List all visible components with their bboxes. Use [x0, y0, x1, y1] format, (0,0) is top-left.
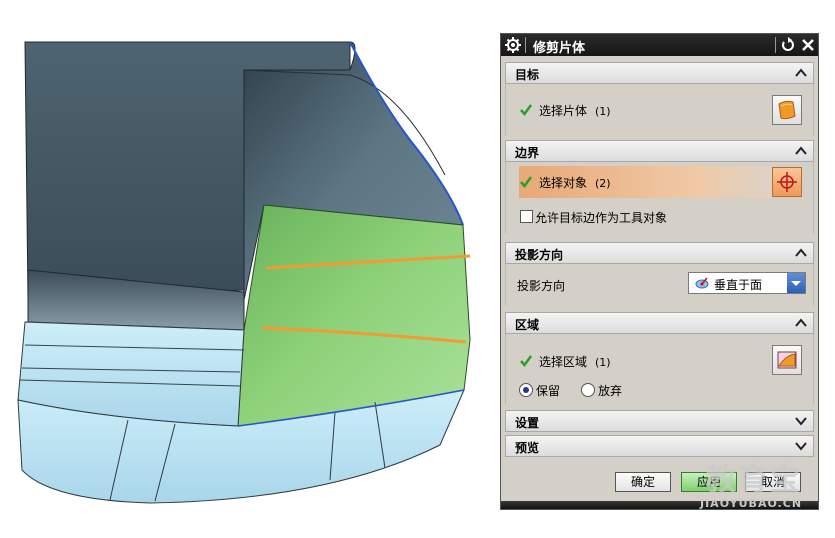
section-label: 区域	[515, 318, 540, 332]
section-label: 设置	[515, 416, 540, 430]
chevron-down-icon[interactable]	[793, 413, 809, 429]
selection-count: (2)	[595, 177, 611, 190]
section-header-projection[interactable]: 投影方向	[505, 242, 814, 264]
discard-radio[interactable]	[581, 383, 595, 397]
selection-count: (1)	[595, 105, 611, 118]
section-body-boundary: 选择对象 (2) 允许目标边作为工具对象	[505, 162, 814, 234]
check-icon	[520, 176, 533, 189]
dropdown-arrow[interactable]	[787, 273, 805, 293]
section-body-projection: 投影方向 垂直于面	[505, 264, 814, 306]
section-label: 边界	[515, 146, 540, 160]
section-body-region: 选择区域 (1) 保留 放弃	[505, 334, 814, 404]
section-header-region[interactable]: 区域	[505, 312, 814, 334]
keep-label[interactable]: 保留	[536, 382, 560, 399]
graphics-viewport[interactable]	[0, 0, 500, 535]
chevron-up-icon[interactable]	[793, 65, 809, 81]
chevron-up-icon[interactable]	[793, 143, 809, 159]
ok-button[interactable]: 确定	[615, 472, 671, 492]
region-icon	[777, 351, 797, 369]
check-icon	[520, 355, 533, 368]
allow-target-edge-label[interactable]: 允许目标边作为工具对象	[535, 209, 667, 226]
select-region-label[interactable]: 选择区域 (1)	[539, 353, 611, 370]
titlebar-separator	[775, 37, 776, 53]
crosshair-icon	[777, 172, 797, 192]
chevron-up-icon[interactable]	[793, 245, 809, 261]
projection-direction-label: 投影方向	[517, 279, 566, 293]
section-header-settings[interactable]: 设置	[505, 410, 814, 432]
select-region-button[interactable]	[772, 345, 802, 375]
section-header-preview[interactable]: 预览	[505, 435, 814, 457]
gear-icon[interactable]	[504, 36, 522, 54]
section-label: 投影方向	[515, 248, 564, 262]
section-header-boundary[interactable]: 边界	[505, 140, 814, 162]
keep-radio[interactable]	[519, 383, 533, 397]
dialog-title: 修剪片体	[533, 41, 586, 56]
watermark: 教育宝 JIAOYUBAO.CN	[700, 455, 825, 515]
watermark-logo: 教育宝	[706, 463, 802, 498]
watermark-url: JIAOYUBAO.CN	[700, 497, 803, 510]
close-icon[interactable]	[799, 36, 817, 54]
projection-direction-value: 垂直于面	[714, 278, 763, 292]
chevron-down-icon	[791, 281, 801, 286]
normal-to-face-icon	[695, 277, 709, 289]
select-object-text: 选择对象	[539, 176, 588, 190]
check-icon	[520, 104, 533, 117]
select-object-button[interactable]	[772, 167, 802, 197]
selection-count: (1)	[595, 356, 611, 369]
chevron-down-icon[interactable]	[793, 438, 809, 454]
section-label: 预览	[515, 441, 540, 455]
discard-label[interactable]: 放弃	[598, 382, 622, 399]
sheet-body-icon	[778, 100, 796, 120]
dialog-titlebar: 修剪片体	[501, 34, 818, 56]
section-label: 目标	[515, 68, 540, 82]
projection-direction-select[interactable]: 垂直于面	[688, 272, 806, 294]
select-sheet-text: 选择片体	[539, 104, 588, 118]
chevron-up-icon[interactable]	[793, 315, 809, 331]
reset-icon[interactable]	[779, 36, 797, 54]
sheet-body-model[interactable]	[0, 0, 500, 535]
select-object-label[interactable]: 选择对象 (2)	[539, 174, 611, 191]
titlebar-separator	[525, 37, 526, 53]
section-body-target: 选择片体 (1)	[505, 84, 814, 136]
select-sheet-label[interactable]: 选择片体 (1)	[539, 102, 611, 119]
select-region-text: 选择区域	[539, 355, 588, 369]
section-header-target[interactable]: 目标	[505, 62, 814, 84]
trim-sheet-dialog: 修剪片体 目标 选择片体 (1) 边界 选择对象 (2) 允许目标边作为工具对象…	[500, 33, 819, 510]
allow-target-edge-checkbox[interactable]	[520, 210, 533, 223]
select-sheet-button[interactable]	[772, 95, 802, 125]
